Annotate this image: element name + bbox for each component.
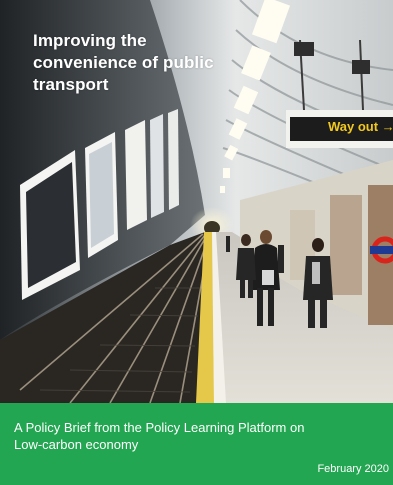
publication-date: February 2020	[317, 463, 389, 475]
cover-subtitle: A Policy Brief from the Policy Learning …	[14, 419, 393, 453]
policy-brief-cover: Improving the convenience of public tran…	[0, 0, 393, 485]
cover-photo-underground-platform: Improving the convenience of public tran…	[0, 0, 393, 403]
cover-title: Improving the convenience of public tran…	[33, 30, 263, 96]
way-out-sign-text: Way out →	[328, 119, 393, 134]
cover-footer-band: A Policy Brief from the Policy Learning …	[0, 403, 393, 485]
cover-title-line-3: transport	[33, 75, 109, 94]
cover-title-line-1: Improving the	[33, 31, 147, 50]
cover-subtitle-line-2: Low-carbon economy	[14, 437, 139, 452]
cover-title-line-2: convenience of public	[33, 53, 214, 72]
cover-subtitle-line-1: A Policy Brief from the Policy Learning …	[14, 420, 305, 435]
